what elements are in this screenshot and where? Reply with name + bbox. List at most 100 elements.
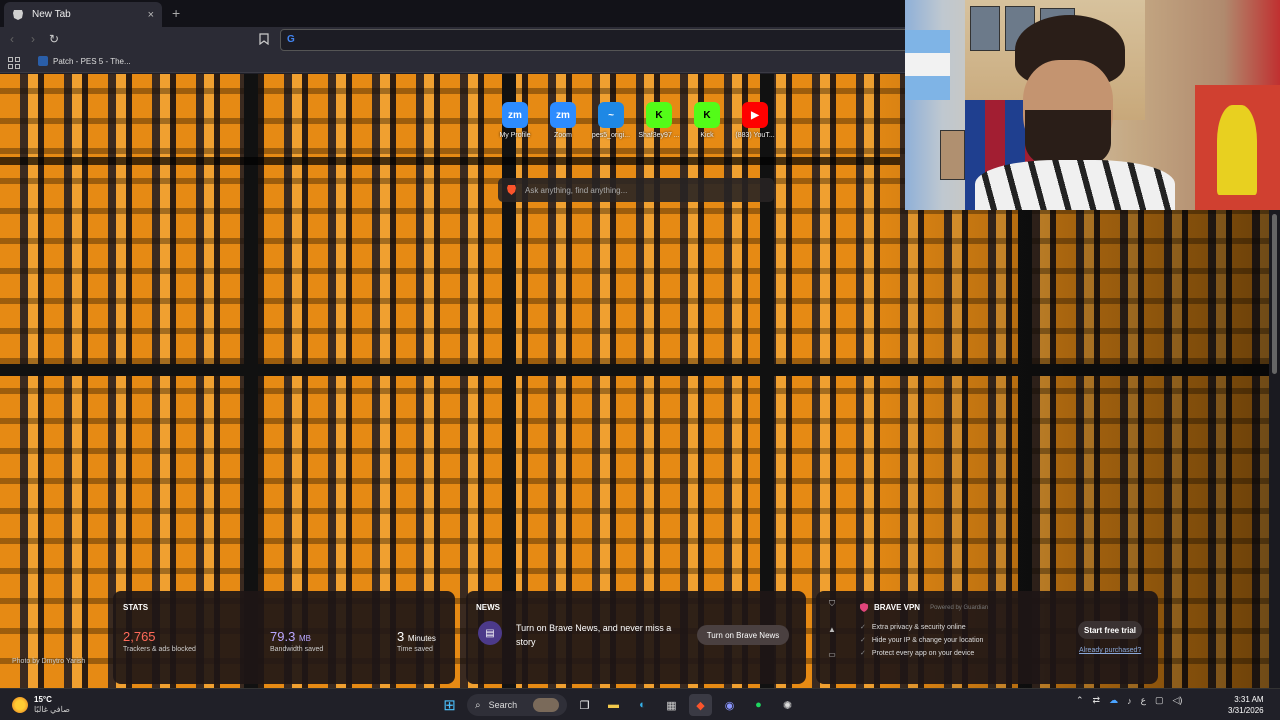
site-favicon-icon: K [694, 102, 720, 128]
top-site-tile[interactable]: zm Zoom [540, 102, 586, 139]
volume-icon[interactable]: ◁) [1172, 695, 1182, 706]
already-purchased-link[interactable]: Already purchased? [1079, 647, 1141, 654]
weather-condition: صافي غالبًا [34, 705, 70, 714]
vpn-features: Extra privacy & security online Hide you… [860, 623, 984, 662]
bell-icon[interactable]: ▲ [828, 625, 836, 634]
task-view-icon[interactable]: ❐ [573, 694, 596, 716]
onedrive-icon[interactable]: ☁ [1109, 695, 1118, 706]
person-shirt [975, 160, 1175, 210]
chatgpt-icon[interactable]: ✺ [776, 694, 799, 716]
time-label: Time saved [397, 646, 433, 653]
display-icon[interactable]: ▭ [828, 650, 836, 659]
taskbar-search-label: Search [488, 700, 518, 710]
top-sites: zm My Profile zm Zoom ~ pes5_origi... K Shaf3ey… [492, 102, 778, 139]
network-icon[interactable]: ▢ [1155, 695, 1164, 706]
new-tab-button[interactable]: + [172, 5, 180, 21]
brave-lion-icon [13, 9, 23, 20]
file-explorer-icon[interactable]: ▬ [602, 694, 625, 716]
bookmark-pes5-patch[interactable]: Patch - PES 5 - The... [38, 56, 131, 66]
news-icon: ▤ [478, 621, 502, 645]
turn-on-news-button[interactable]: Turn on Brave News [697, 625, 789, 645]
bookmark-label: Patch - PES 5 - The... [53, 56, 131, 66]
weather-widget[interactable]: 15°C صافي غالبًا [12, 695, 70, 715]
bandwidth-stat: 79.3 MB Bandwidth saved [270, 629, 323, 653]
trackers-stat: 2,765 Trackers & ads blocked [123, 629, 196, 653]
sync-icon[interactable]: ⇄ [1093, 695, 1101, 706]
news-heading: NEWS [476, 603, 500, 612]
reload-button[interactable]: ↻ [49, 32, 59, 46]
language-indicator[interactable]: ع [1141, 695, 1146, 706]
news-text: Turn on Brave News, and never miss a sto… [516, 623, 672, 647]
time-stat: 3 Minutes Time saved [397, 629, 436, 653]
vpn-feature: Protect every app on your device [860, 649, 983, 657]
site-favicon-icon: zm [550, 102, 576, 128]
weather-sun-icon [12, 697, 28, 713]
windows-start-icon[interactable]: ⊞ [438, 694, 461, 716]
top-site-tile[interactable]: ▶ (883) YouT... [732, 102, 778, 139]
stats-widget: STATS 2,765 Trackers & ads blocked 79.3 … [113, 591, 455, 684]
widget-switcher: ⛉ ▲ ▭ [826, 599, 838, 659]
windows-taskbar: 15°C صافي غالبًا ⊞ ⌕ Search ❐ ▬ ◐ ▦ ◆ ◉ ●… [0, 688, 1280, 720]
clock-date: 3/31/2026 [1228, 706, 1264, 715]
address-bar[interactable]: G [280, 29, 920, 51]
site-favicon-icon: zm [502, 102, 528, 128]
vpn-feature: Extra privacy & security online [860, 623, 983, 631]
news-widget: NEWS ▤ Turn on Brave News, and never mis… [466, 591, 806, 684]
trackers-value: 2,765 [123, 629, 156, 644]
forward-button[interactable]: › [31, 32, 35, 46]
bandwidth-label: Bandwidth saved [270, 646, 324, 653]
vpn-shield-icon [860, 603, 868, 612]
site-favicon-icon: ~ [598, 102, 624, 128]
bandwidth-unit: MB [298, 634, 311, 643]
shield-icon[interactable]: ⛉ [829, 599, 835, 609]
tab-title: New Tab [32, 9, 71, 20]
apps-grid-icon[interactable] [8, 57, 20, 69]
spotify-icon[interactable]: ● [747, 694, 770, 716]
discord-icon[interactable]: ◉ [718, 694, 741, 716]
back-button[interactable]: ‹ [10, 32, 14, 46]
top-site-tile[interactable]: K Shaf3ey97 ... [636, 102, 682, 139]
photo-credit[interactable]: Photo by Dmytro Yarish [12, 658, 85, 665]
bandwidth-value: 79.3 [270, 629, 296, 644]
tab-new-tab[interactable]: New Tab × [4, 2, 162, 27]
brave-taskbar-icon[interactable]: ◆ [689, 694, 712, 716]
system-tray: ⌃ ⇄ ☁ ♪ ع ▢ ◁) [1076, 695, 1182, 706]
clock-time: 3:31 AM [1234, 695, 1264, 704]
bookmark-icon[interactable] [259, 33, 269, 45]
vpn-feature: Hide your IP & change your location [860, 636, 984, 644]
microphone-icon[interactable]: ♪ [1127, 696, 1132, 706]
top-site-tile[interactable]: ~ pes5_origi... [588, 102, 634, 139]
wall-poster [940, 130, 965, 180]
vpn-widget: ⛉ ▲ ▭ BRAVE VPN Powered by Guardian Extr… [816, 591, 1158, 684]
taskbar-apps: ⊞ ⌕ Search ❐ ▬ ◐ ▦ ◆ ◉ ● ✺ [438, 694, 799, 716]
chevron-up-icon[interactable]: ⌃ [1076, 695, 1084, 706]
top-site-label: (883) YouT... [735, 132, 775, 139]
wall-poster [970, 6, 1000, 51]
vpn-powered-by: Powered by Guardian [930, 604, 989, 611]
search-icon: ⌕ [475, 699, 481, 711]
start-free-trial-button[interactable]: Start free trial [1078, 621, 1142, 639]
site-favicon-icon [38, 56, 48, 66]
top-site-tile[interactable]: K Kick [684, 102, 730, 139]
time-unit: Minutes [407, 634, 436, 643]
top-site-tile[interactable]: zm My Profile [492, 102, 538, 139]
time-value: 3 [397, 629, 405, 644]
top-site-label: Zoom [554, 132, 572, 139]
trackers-label: Trackers & ads blocked [123, 646, 196, 653]
search-box[interactable]: Ask anything, find anything... [498, 178, 774, 202]
close-tab-icon[interactable]: × [148, 9, 154, 21]
site-favicon-icon: ▶ [742, 102, 768, 128]
vpn-title: BRAVE VPN [874, 603, 921, 612]
site-favicon-icon: K [646, 102, 672, 128]
top-site-label: pes5_origi... [591, 132, 631, 139]
top-site-label: Shaf3ey97 ... [638, 132, 680, 139]
google-icon: G [287, 34, 295, 45]
taskbar-search[interactable]: ⌕ Search [467, 694, 567, 716]
search-highlight-icon [533, 698, 559, 712]
brave-lion-icon [507, 185, 516, 195]
stats-heading: STATS [123, 603, 149, 612]
edge-icon[interactable]: ◐ [631, 694, 654, 716]
search-placeholder: Ask anything, find anything... [525, 185, 628, 195]
taskbar-clock[interactable]: 3:31 AM 3/31/2026 [1228, 694, 1264, 716]
store-icon[interactable]: ▦ [660, 694, 683, 716]
